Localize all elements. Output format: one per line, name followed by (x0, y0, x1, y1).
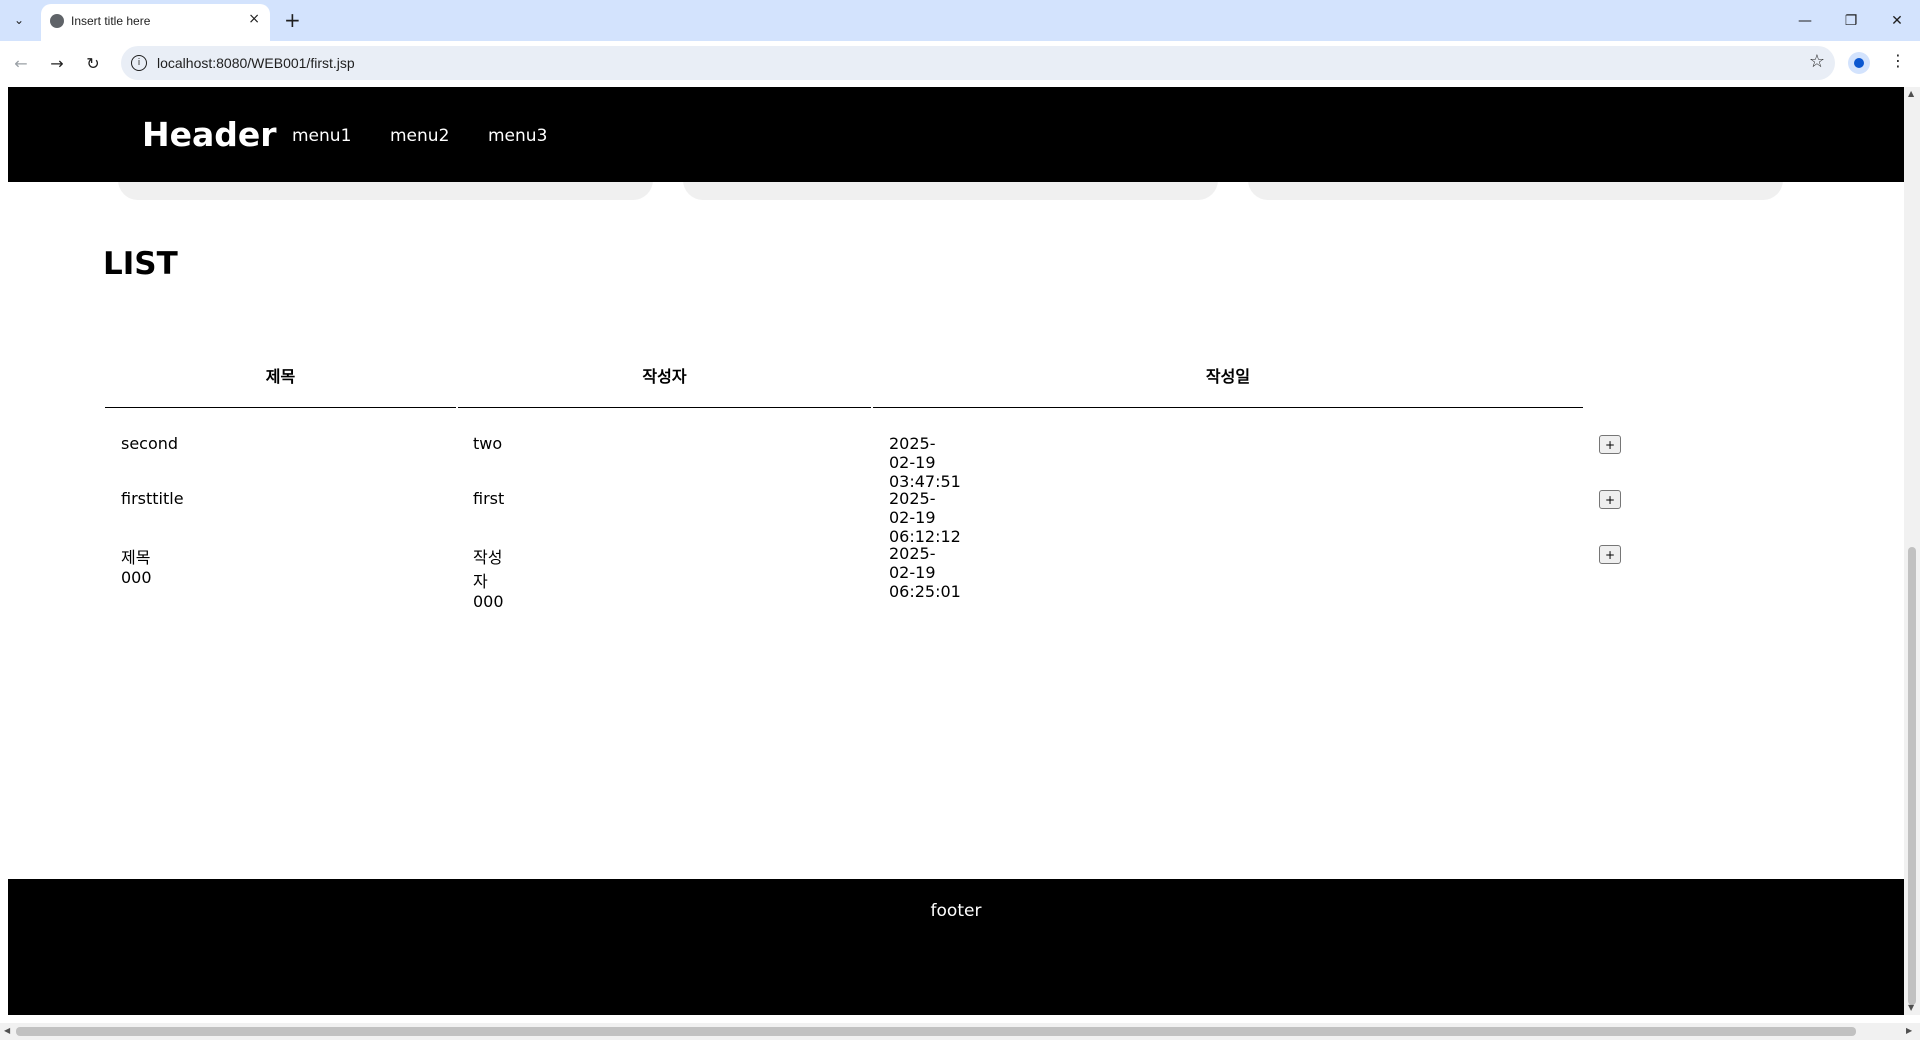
row-title: second (121, 434, 179, 453)
new-tab-button[interactable]: + (284, 8, 301, 32)
vertical-scroll-thumb[interactable] (1908, 547, 1916, 1005)
nav-menu3[interactable]: menu3 (488, 126, 547, 146)
row-writer: 작성자000 (473, 548, 504, 611)
tab-strip: ⌄ Insert title here × + — ❐ ✕ (0, 0, 1920, 41)
window-controls: — ❐ ✕ (1782, 0, 1920, 41)
tab-title: Insert title here (71, 14, 151, 28)
scroll-down-icon[interactable]: ▼ (1908, 1003, 1914, 1012)
column-header-title: 제목 (105, 359, 456, 408)
bookmark-star-icon[interactable]: ☆ (1809, 51, 1825, 72)
nav-menu2[interactable]: menu2 (390, 126, 449, 146)
header-logo[interactable]: Header (142, 115, 277, 154)
page-viewport: Header menu1 menu2 menu3 LIST 제목 작성자 작성일… (8, 87, 1904, 1015)
row-writer: two (473, 434, 503, 453)
horizontal-scrollbar[interactable]: ◀ ▶ (0, 1023, 1920, 1040)
row-title: firsttitle (121, 489, 184, 508)
row-date: 2025-02-19 06:12:12 (889, 489, 961, 546)
restore-button[interactable]: ❐ (1828, 0, 1874, 41)
browser-tab[interactable]: Insert title here × (41, 4, 270, 41)
row-writer: first (473, 489, 505, 508)
column-header-date: 작성일 (873, 359, 1583, 408)
site-header: Header menu1 menu2 menu3 (8, 87, 1904, 182)
list-heading: LIST (103, 246, 178, 282)
horizontal-scroll-thumb[interactable] (16, 1027, 1856, 1036)
nav-menu1[interactable]: menu1 (292, 126, 351, 146)
column-header-writer: 작성자 (458, 359, 871, 408)
back-button[interactable]: ← (10, 52, 32, 74)
globe-icon (50, 14, 64, 28)
forward-button[interactable]: → (46, 52, 68, 74)
browser-menu-icon[interactable]: ⋮ (1890, 51, 1906, 70)
expand-button[interactable]: + (1599, 545, 1621, 564)
close-window-button[interactable]: ✕ (1874, 0, 1920, 41)
tab-close-icon[interactable]: × (248, 11, 260, 27)
row-date: 2025-02-19 03:47:51 (889, 434, 961, 491)
site-footer: footer (8, 879, 1904, 1015)
scroll-left-icon[interactable]: ◀ (4, 1026, 10, 1035)
address-bar[interactable]: i localhost:8080/WEB001/first.jsp ☆ (121, 46, 1835, 80)
vertical-scrollbar[interactable]: ▲ ▼ (1904, 87, 1920, 1015)
reload-button[interactable]: ↻ (82, 52, 104, 74)
site-info-icon[interactable]: i (131, 55, 147, 71)
row-date: 2025-02-19 06:25:01 (889, 544, 961, 601)
browser-toolbar: ← → ↻ i localhost:8080/WEB001/first.jsp … (0, 41, 1920, 86)
scroll-up-icon[interactable]: ▲ (1908, 89, 1914, 98)
row-title: 제목000 (121, 548, 152, 587)
url-text[interactable]: localhost:8080/WEB001/first.jsp (157, 55, 355, 71)
footer-text: footer (930, 901, 982, 921)
person-icon (1854, 58, 1864, 68)
scroll-right-icon[interactable]: ▶ (1906, 1026, 1912, 1035)
minimize-button[interactable]: — (1782, 0, 1828, 41)
tab-search-icon[interactable]: ⌄ (6, 8, 32, 32)
expand-button[interactable]: + (1599, 435, 1621, 454)
profile-avatar[interactable] (1848, 52, 1870, 74)
expand-button[interactable]: + (1599, 490, 1621, 509)
